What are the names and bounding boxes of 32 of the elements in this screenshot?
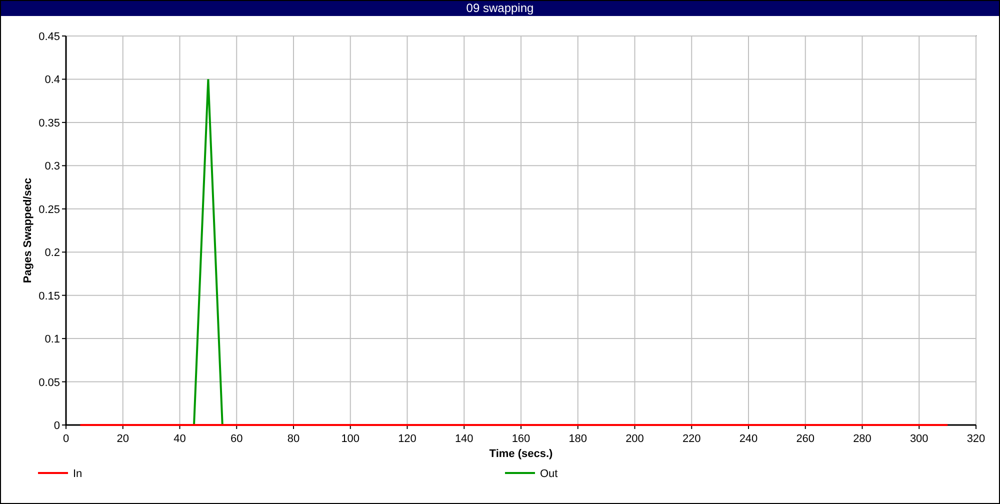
x-tick-label: 180 — [568, 433, 588, 445]
y-axis-title: Pages Swapped/sec — [22, 178, 34, 284]
x-tick-label: 120 — [398, 433, 416, 445]
y-tick-label: 0.1 — [44, 334, 60, 346]
y-tick-label: 0.25 — [38, 204, 60, 216]
y-tick-label: 0.45 — [38, 31, 60, 43]
y-tick-label: 0.15 — [38, 290, 60, 302]
x-tick-label: 320 — [966, 433, 986, 445]
y-tick-label: 0.4 — [44, 74, 60, 86]
y-tick-label: 0.05 — [38, 376, 60, 389]
x-tick-label: 20 — [116, 433, 129, 445]
x-axis-title: Time (secs.) — [489, 448, 553, 460]
y-tick-label: 0.3 — [44, 160, 60, 173]
x-tick-label: 140 — [454, 433, 474, 445]
x-tick-label: 200 — [626, 433, 644, 445]
x-tick-label: 300 — [910, 433, 928, 445]
window-title: 09 swapping — [466, 1, 534, 16]
x-tick-label: 240 — [739, 433, 758, 445]
x-tick-label: 100 — [341, 433, 360, 445]
x-tick-label: 80 — [287, 433, 300, 445]
x-tick-label: 60 — [230, 433, 243, 445]
legend-label: In — [73, 468, 82, 480]
legend-label: Out — [540, 468, 558, 480]
y-tick-label: 0 — [54, 420, 60, 432]
x-tick-label: 0 — [62, 433, 70, 445]
x-tick-label: 160 — [512, 433, 530, 445]
x-tick-label: 260 — [796, 433, 815, 445]
y-tick-label: 0.2 — [44, 247, 60, 260]
x-tick-label: 220 — [682, 433, 701, 445]
x-tick-label: 280 — [853, 433, 872, 445]
y-tick-label: 0.35 — [38, 117, 60, 130]
x-tick-label: 40 — [174, 433, 186, 445]
